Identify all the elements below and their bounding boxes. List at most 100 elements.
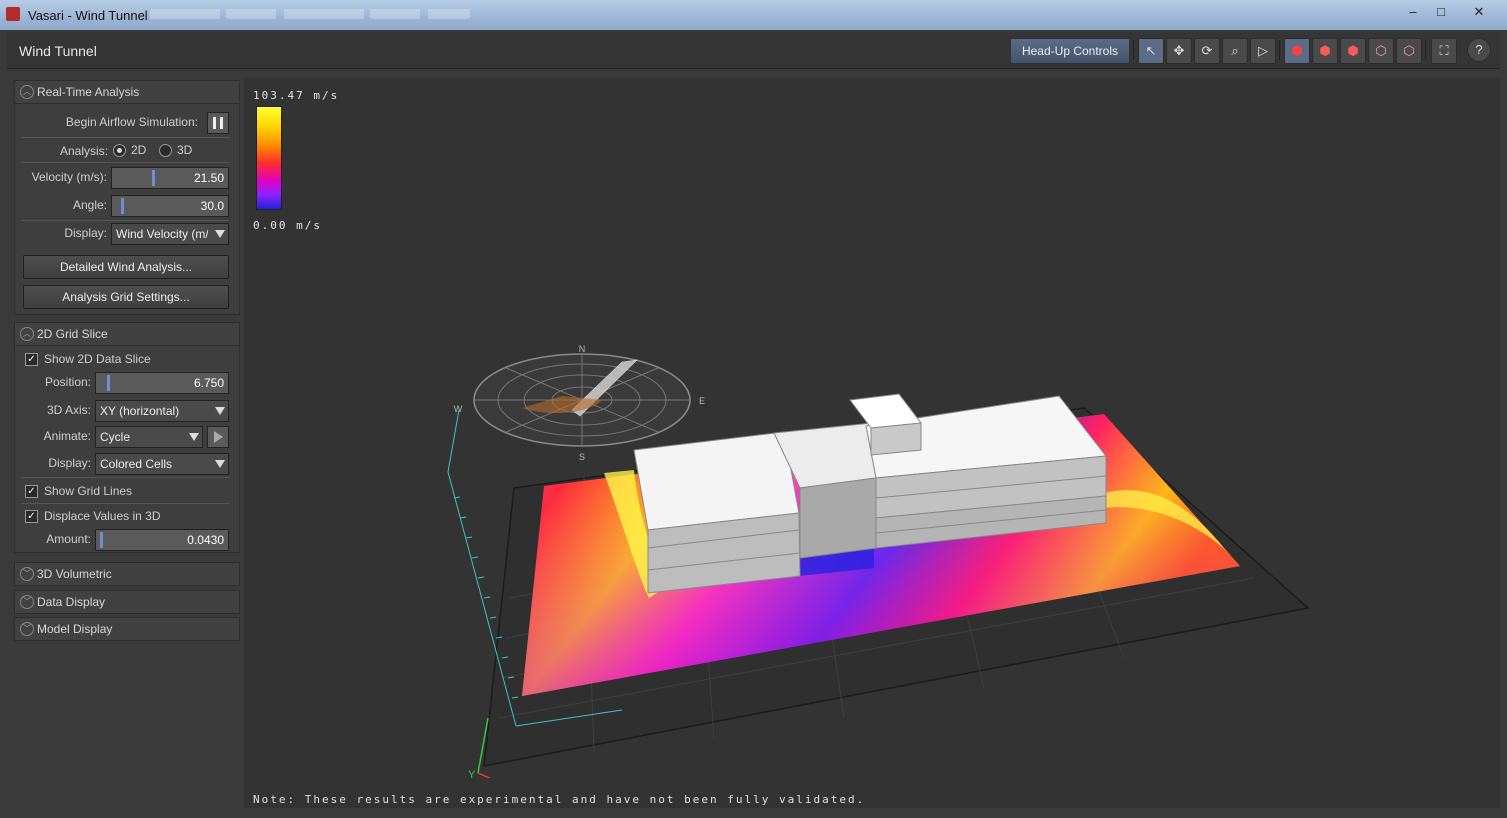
- amount-slider[interactable]: 0.0430: [95, 529, 229, 551]
- ghost-menu-bar: [226, 9, 276, 19]
- orbit-tool-button[interactable]: ⟳: [1194, 38, 1220, 64]
- play-triangle-icon: ▷: [1258, 43, 1268, 58]
- cube-side-icon: ⬢: [1347, 43, 1359, 58]
- expand-chevron-icon: ﹀: [20, 595, 34, 609]
- divider: [21, 137, 229, 138]
- show-slice-checkbox[interactable]: ✓: [25, 353, 38, 366]
- chevron-down-icon: [215, 460, 225, 468]
- ghost-menu-bar: [284, 9, 364, 19]
- display-select[interactable]: Wind Velocity (m/s): [111, 223, 229, 245]
- sidebar: ︿ Real-Time Analysis Begin Airflow Simul…: [14, 78, 240, 808]
- 3d-viewport[interactable]: 103.47 m/s 0.00 m/s N E S W Y Note: Thes…: [244, 78, 1500, 808]
- begin-simulation-label: Begin Airflow Simulation:: [65, 115, 198, 129]
- zoom-tool-button[interactable]: ⌕: [1222, 38, 1248, 64]
- ghost-menu-bar: [370, 9, 420, 19]
- position-slider[interactable]: 6.750: [95, 372, 229, 394]
- maximize-button[interactable]: □: [1428, 3, 1454, 21]
- angle-label: Angle:: [72, 198, 107, 212]
- magnifier-icon: ⌕: [1231, 43, 1239, 58]
- show-grid-lines-checkbox[interactable]: ✓: [25, 485, 38, 498]
- section-slice-header[interactable]: ︿ 2D Grid Slice: [14, 322, 240, 346]
- view-cube-button[interactable]: ⬢: [1284, 38, 1310, 64]
- view-iso-button[interactable]: ⬡: [1396, 38, 1422, 64]
- axis-y-label: Y: [468, 769, 476, 778]
- divider: [21, 503, 229, 504]
- angle-value: 30.0: [200, 199, 224, 213]
- displace-values-label: Displace Values in 3D: [44, 509, 161, 523]
- pause-icon: [213, 117, 216, 129]
- detailed-wind-analysis-button[interactable]: Detailed Wind Analysis...: [23, 255, 229, 279]
- expand-chevron-icon: ﹀: [20, 567, 34, 581]
- analysis-3d-radio[interactable]: [159, 144, 172, 157]
- section-title: Model Display: [37, 622, 113, 636]
- section-title: 2D Grid Slice: [37, 327, 108, 341]
- compass-south-label: S: [579, 452, 585, 462]
- pause-simulation-button[interactable]: [207, 112, 229, 134]
- section-volumetric-header[interactable]: ﹀ 3D Volumetric: [14, 562, 240, 586]
- scene-render: N E S W Y: [447, 344, 1310, 778]
- amount-label: Amount:: [46, 532, 91, 546]
- position-value: 6.750: [193, 376, 224, 390]
- move-icon: ✥: [1173, 43, 1185, 58]
- select-tool-button[interactable]: ↖: [1138, 38, 1164, 64]
- displace-values-checkbox[interactable]: ✓: [25, 510, 38, 523]
- section-realtime-header[interactable]: ︿ Real-Time Analysis: [14, 80, 240, 104]
- validation-note: Note: These results are experimental and…: [253, 793, 866, 806]
- slider-knob[interactable]: [107, 375, 110, 391]
- section-title: 3D Volumetric: [37, 567, 112, 581]
- analysis-2d-radio[interactable]: [113, 144, 126, 157]
- orbit-icon: ⟳: [1201, 43, 1213, 58]
- divider: [21, 220, 229, 221]
- chevron-down-icon: [215, 230, 225, 238]
- title-bar: Vasari - Wind Tunnel – □ ✕: [0, 0, 1507, 30]
- slice-display-select[interactable]: Colored Cells: [95, 453, 229, 475]
- collapse-chevron-icon: ︿: [20, 85, 34, 99]
- velocity-slider[interactable]: 21.50: [111, 167, 229, 189]
- cube-front-icon: ⬢: [1319, 43, 1331, 58]
- ghost-menu-bar: [150, 9, 220, 19]
- expand-chevron-icon: ﹀: [20, 622, 34, 636]
- ghost-menu-bar: [428, 9, 470, 19]
- animate-label: Animate:: [43, 429, 91, 443]
- animate-select[interactable]: Cycle: [95, 426, 203, 448]
- section-model-display-header[interactable]: ﹀ Model Display: [14, 617, 240, 641]
- toolbar-separator: [1279, 40, 1280, 60]
- animate-play-button[interactable]: [207, 426, 229, 448]
- slice-display-label: Display:: [48, 456, 91, 470]
- view-top-button[interactable]: ⬡: [1368, 38, 1394, 64]
- angle-slider[interactable]: 30.0: [111, 195, 229, 217]
- position-label: Position:: [44, 375, 91, 389]
- section-data-display-header[interactable]: ﹀ Data Display: [14, 590, 240, 614]
- help-icon: ?: [1475, 42, 1483, 57]
- slider-knob[interactable]: [100, 532, 103, 548]
- close-button[interactable]: ✕: [1464, 3, 1494, 21]
- analysis-2d-label: 2D: [131, 143, 147, 157]
- compass-rose: N E S W: [454, 344, 705, 462]
- display-select-value: Wind Velocity (m/s): [116, 227, 208, 241]
- app-window: Vasari - Wind Tunnel – □ ✕ Wind Tunnel H…: [0, 0, 1507, 818]
- page-title: Wind Tunnel: [19, 43, 97, 59]
- section-slice-body: ✓ Show 2D Data Slice Position: 6.750 3D …: [14, 345, 240, 553]
- axis-select-value: XY (horizontal): [100, 404, 180, 418]
- velocity-label: Velocity (m/s):: [31, 170, 107, 184]
- toolbar-separator: [1425, 40, 1426, 60]
- analysis-grid-settings-button[interactable]: Analysis Grid Settings...: [23, 285, 229, 309]
- axis-label: 3D Axis:: [46, 403, 91, 417]
- app-icon: [6, 7, 20, 21]
- help-button[interactable]: ?: [1467, 38, 1491, 62]
- collapse-chevron-icon: ︿: [20, 327, 34, 341]
- view-front-button[interactable]: ⬢: [1312, 38, 1338, 64]
- slider-knob[interactable]: [152, 170, 155, 186]
- walk-tool-button[interactable]: ▷: [1250, 38, 1276, 64]
- slider-knob[interactable]: [121, 198, 124, 214]
- minimize-button[interactable]: –: [1400, 3, 1426, 21]
- pan-tool-button[interactable]: ✥: [1166, 38, 1192, 64]
- view-side-button[interactable]: ⬢: [1340, 38, 1366, 64]
- analysis-3d-label: 3D: [177, 143, 193, 157]
- analysis-label: Analysis:: [59, 144, 108, 158]
- head-up-controls-button[interactable]: Head-Up Controls: [1010, 38, 1130, 64]
- axis-select[interactable]: XY (horizontal): [95, 400, 229, 422]
- divider: [21, 477, 229, 478]
- compass-east-label: E: [699, 396, 705, 406]
- zoom-extents-button[interactable]: ⛶: [1431, 38, 1457, 64]
